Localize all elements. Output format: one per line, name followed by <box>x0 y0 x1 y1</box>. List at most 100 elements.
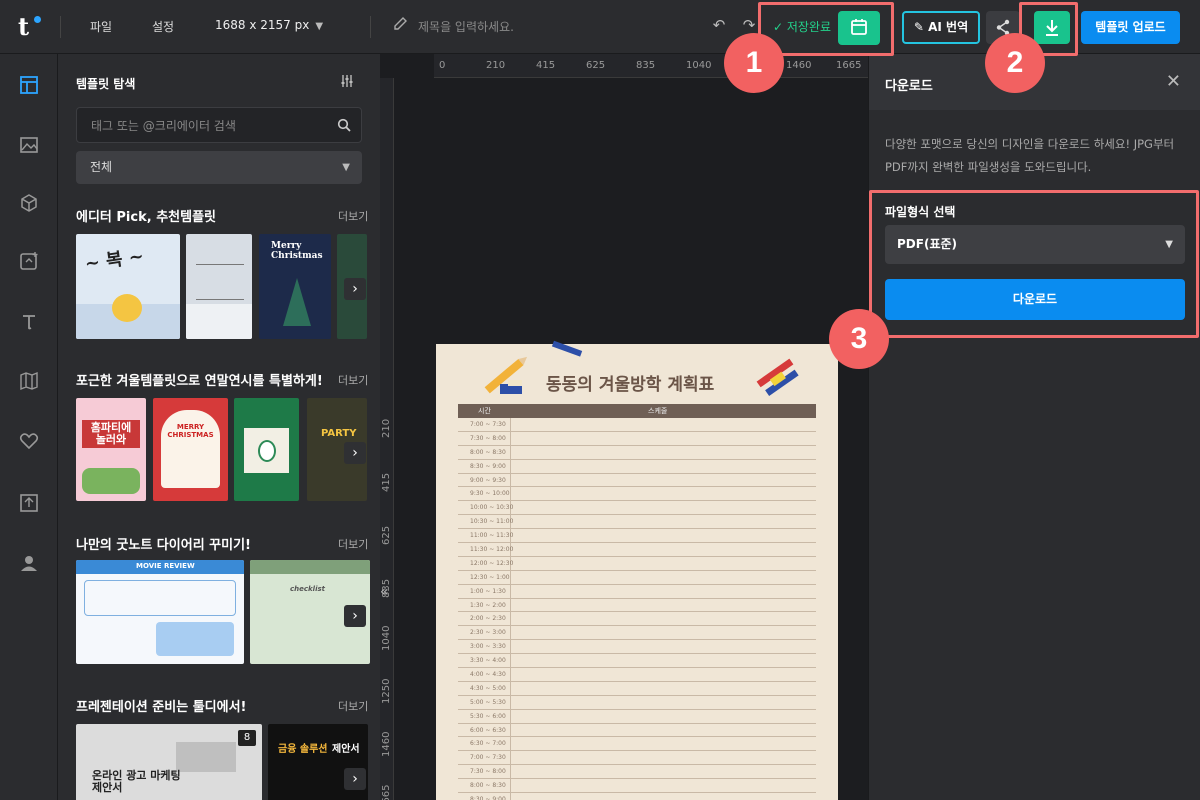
undo-icon[interactable]: ↶ <box>710 16 728 34</box>
ruler-tick: 835 <box>636 60 656 71</box>
template-thumbnail[interactable]: 온라인 광고 마케팅 제안서 8 <box>76 724 262 800</box>
schedule-row: 4:30 ~ 5:00 <box>458 682 816 696</box>
schedule-row: 5:30 ~ 6:00 <box>458 710 816 724</box>
element-cube-icon[interactable] <box>18 192 40 214</box>
chevron-down-icon: ▼ <box>315 21 324 32</box>
schedule-row: 5:00 ~ 5:30 <box>458 696 816 710</box>
text-icon[interactable] <box>18 310 40 332</box>
canvas-size-label: 1688 x 2157 px <box>215 18 310 32</box>
ruler-tick: 625 <box>586 60 606 71</box>
left-rail <box>0 54 58 800</box>
time-slot-label: 5:30 ~ 6:00 <box>470 712 506 720</box>
upload-icon[interactable] <box>18 492 40 514</box>
template-icon[interactable] <box>18 74 40 96</box>
menu-settings[interactable]: 설정 <box>152 18 174 35</box>
ruler-tick: 1040 <box>381 625 392 651</box>
download-panel: 다운로드 ✕ 다양한 포맷으로 당신의 디자인을 다운로드 하세요! JPG부터… <box>868 54 1200 800</box>
ai-translate-button[interactable]: ✎ AI 번역 <box>902 11 980 44</box>
pencil-icon <box>394 17 407 30</box>
thumbnail-title: PARTY <box>321 428 357 439</box>
schedule-row: 9:30 ~ 10:00 <box>458 487 816 502</box>
time-slot-label: 9:30 ~ 10:00 <box>470 490 510 498</box>
schedule-row: 10:30 ~ 11:00 <box>458 515 816 530</box>
thumbnail-title: Merry Christmas <box>271 241 323 261</box>
more-link[interactable]: 더보기 <box>338 372 368 388</box>
thumbnail-title: MERRY CHRISTMAS <box>167 423 214 439</box>
schedule-row: 7:30 ~ 8:00 <box>458 765 816 780</box>
ruler-tick: 1665 <box>381 784 392 800</box>
time-slot-label: 8:00 ~ 8:30 <box>470 782 506 790</box>
schedule-row: 7:30 ~ 8:00 <box>458 432 816 446</box>
schedule-row: 8:30 ~ 9:00 <box>458 460 816 474</box>
thumbnail-title: 온라인 광고 마케팅 제안서 <box>92 769 181 795</box>
template-thumbnail[interactable]: MERRY CHRISTMAS <box>153 398 228 501</box>
column-header-schedule: 스케줄 <box>648 407 668 415</box>
upload-image-icon[interactable] <box>18 250 40 272</box>
carousel-next-button[interactable]: › <box>344 605 366 627</box>
carousel-next-button[interactable]: › <box>344 278 366 300</box>
app-logo[interactable]: t <box>18 14 44 40</box>
step-badge: 2 <box>985 33 1045 93</box>
schedule-row: 4:00 ~ 4:30 <box>458 668 816 682</box>
schedule-rows: 7:00 ~ 7:30 7:30 ~ 8:00 8:00 ~ 8:30 8:30 ~ … <box>458 418 816 800</box>
schedule-row: 7:00 ~ 7:30 <box>458 751 816 766</box>
upload-template-button[interactable]: 템플릿 업로드 <box>1081 11 1180 44</box>
time-slot-label: 8:00 ~ 8:30 <box>470 448 506 456</box>
search-icon[interactable] <box>337 118 351 132</box>
section-title: 에디터 Pick, 추천템플릿 <box>76 210 217 225</box>
map-icon[interactable] <box>18 370 40 392</box>
carousel-next-button[interactable]: › <box>344 768 366 790</box>
schedule-row: 1:00 ~ 1:30 <box>458 585 816 599</box>
template-thumbnail[interactable] <box>234 398 299 501</box>
redo-icon[interactable]: ↷ <box>740 16 758 34</box>
more-link[interactable]: 더보기 <box>338 536 368 552</box>
time-slot-label: 7:00 ~ 7:30 <box>470 421 506 428</box>
image-icon[interactable] <box>18 134 40 156</box>
schedule-row: 1:30 ~ 2:00 <box>458 599 816 613</box>
more-link[interactable]: 더보기 <box>338 208 368 224</box>
canvas-size-select[interactable]: 1688 x 2157 px ▼ <box>215 18 323 32</box>
template-thumbnail[interactable]: MOVIE REVIEW <box>76 560 244 664</box>
canvas-area[interactable]: 0 210 415 625 835 1040 1250 1460 1665 21… <box>380 54 868 800</box>
highlight-box-format <box>869 190 1199 338</box>
collapse-panel-icon[interactable]: « <box>380 584 389 600</box>
heart-icon[interactable] <box>18 430 40 452</box>
search-input[interactable] <box>91 117 331 135</box>
schedule-row: 11:00 ~ 11:30 <box>458 529 816 544</box>
schedule-row: 3:00 ~ 3:30 <box>458 640 816 655</box>
document-page[interactable]: 동동의 겨울방학 계획표 시간 스케줄 7:00 ~ 7:30 7:30 ~ 8:… <box>436 340 838 800</box>
time-slot-label: 7:30 ~ 8:00 <box>470 434 506 442</box>
thumbnail-title: MOVIE REVIEW <box>136 562 195 570</box>
thumbnail-snow <box>186 304 252 339</box>
time-slot-label: 2:30 ~ 3:00 <box>470 629 506 637</box>
close-icon[interactable]: ✕ <box>1166 71 1181 92</box>
template-thumbnail[interactable] <box>186 234 252 339</box>
template-thumbnail[interactable]: ~ 복 ~ <box>76 234 180 339</box>
time-slot-label: 11:30 ~ 12:00 <box>470 546 514 554</box>
menu-file[interactable]: 파일 <box>90 18 112 35</box>
filter-icon[interactable] <box>340 74 354 88</box>
ruler-tick: 415 <box>536 60 556 71</box>
more-link[interactable]: 더보기 <box>338 698 368 714</box>
thumbnail-tree <box>283 278 311 326</box>
category-select[interactable]: 전체 ▼ <box>76 151 362 184</box>
ruler-tick: 210 <box>381 418 392 438</box>
section-title: 프레젠테이션 준비는 툴디에서! <box>76 700 247 715</box>
time-slot-label: 11:00 ~ 11:30 <box>470 532 514 540</box>
column-header-time: 시간 <box>478 407 491 415</box>
thumbnail-lines <box>196 264 244 300</box>
pencils-illustration <box>756 358 799 396</box>
ruler-tick: 210 <box>486 60 506 71</box>
schedule-row: 6:00 ~ 6:30 <box>458 724 816 738</box>
schedule-row: 8:30 ~ 9:00 <box>458 793 816 800</box>
ruler-tick: 1250 <box>381 678 392 704</box>
title-input[interactable] <box>418 17 698 37</box>
template-thumbnail[interactable]: Merry Christmas <box>259 234 331 339</box>
carousel-next-button[interactable]: › <box>344 442 366 464</box>
time-slot-label: 7:00 ~ 7:30 <box>470 754 506 762</box>
avatar-icon[interactable] <box>18 552 40 574</box>
template-panel: 템플릿 탐색 전체 ▼ 에디터 Pick, 추천템플릿 더보기 ~ 복 ~ Mer… <box>58 54 380 800</box>
template-thumbnail[interactable]: 홈파티에 놀러와 <box>76 398 146 501</box>
thumbnail-desk <box>176 742 236 772</box>
schedule-row: 2:30 ~ 3:00 <box>458 626 816 641</box>
